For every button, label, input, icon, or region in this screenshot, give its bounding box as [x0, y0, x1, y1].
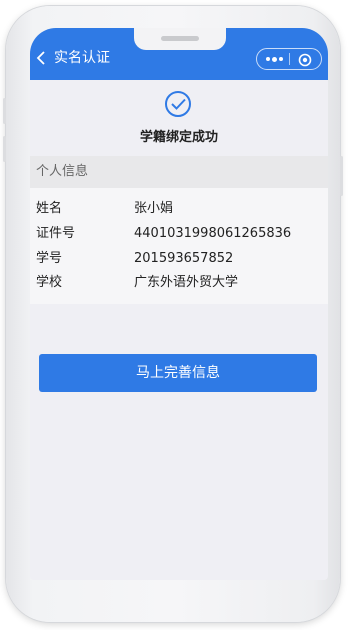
- section-title: 个人信息: [30, 156, 328, 188]
- info-value: 201593657852: [134, 251, 234, 266]
- navigation-bar: 实名认证: [30, 28, 328, 80]
- info-value: 张小娟: [134, 201, 174, 216]
- info-row-school: 学校 广东外语外贸大学: [30, 272, 328, 294]
- info-value: 广东外语外贸大学: [134, 275, 239, 290]
- info-value: 4401031998061265836: [134, 226, 292, 241]
- info-label: 姓名: [36, 201, 63, 216]
- volume-button: [3, 98, 6, 124]
- page-title: 实名认证: [54, 50, 110, 66]
- chevron-left-icon[interactable]: [36, 50, 50, 66]
- phone-frame: 实名认证 学籍绑定成功 个人信息 姓名 张小娟 证件号 440103199806…: [3, 6, 343, 622]
- more-dots-icon[interactable]: [263, 52, 285, 66]
- info-row-name: 姓名 张小娟: [30, 198, 328, 220]
- speaker-grille: [161, 36, 199, 41]
- complete-info-button[interactable]: 马上完善信息: [39, 354, 317, 392]
- info-row-id-number: 证件号 4401031998061265836: [30, 223, 328, 245]
- info-label: 学校: [36, 275, 63, 290]
- volume-up-button: [3, 136, 6, 162]
- check-circle-icon: [164, 90, 192, 118]
- capsule-divider: [289, 53, 290, 65]
- success-panel: 学籍绑定成功: [30, 80, 328, 156]
- info-label: 证件号: [36, 226, 76, 241]
- app-screen: 实名认证 学籍绑定成功 个人信息 姓名 张小娟 证件号 440103199806…: [30, 28, 328, 580]
- personal-info-list: 姓名 张小娟 证件号 4401031998061265836 学号 201593…: [30, 188, 328, 304]
- target-close-icon[interactable]: [298, 52, 312, 67]
- success-message: 学籍绑定成功: [139, 130, 218, 145]
- mini-program-capsule: [256, 48, 322, 70]
- info-row-student-id: 学号 201593657852: [30, 248, 328, 270]
- power-button: [340, 156, 343, 196]
- info-label: 学号: [36, 251, 63, 266]
